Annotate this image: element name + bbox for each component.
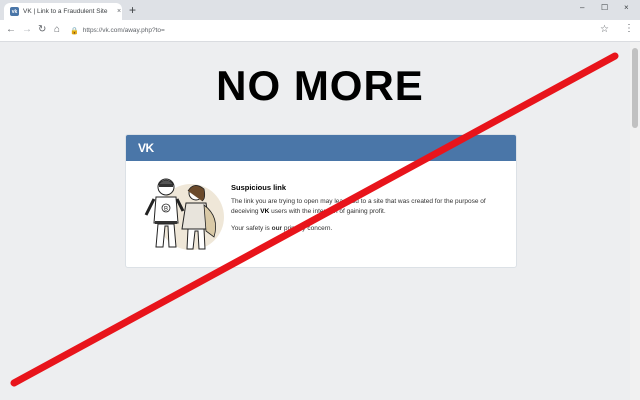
warning-title: Suspicious link xyxy=(231,183,287,192)
lock-icon[interactable]: 🔒 xyxy=(70,27,79,35)
warning-card: VK B Suspicious link The link you are tr… xyxy=(125,134,517,268)
browser-toolbar: ← → ↻ ⌂ 🔒 https://vk.com/away.php?to= ☆ … xyxy=(0,20,640,42)
warning-text-bold: VK xyxy=(260,208,270,215)
forward-icon[interactable]: → xyxy=(22,24,32,36)
vk-favicon-icon: vk xyxy=(10,7,19,16)
reload-icon[interactable]: ↻ xyxy=(38,24,46,36)
safety-message: Your safety is our primary concern. xyxy=(231,225,332,232)
card-header: VK xyxy=(126,135,516,161)
warning-message: The link you are trying to open may lead… xyxy=(231,197,501,217)
safety-text-bold: our xyxy=(271,225,283,232)
superhero-couple-illustration: B xyxy=(144,178,224,250)
page-headline: NO MORE xyxy=(216,62,424,109)
minimize-button[interactable]: – xyxy=(580,3,584,12)
vertical-scrollbar[interactable] xyxy=(630,42,640,400)
back-icon[interactable]: ← xyxy=(6,24,16,36)
close-window-button[interactable]: × xyxy=(624,3,629,12)
tab-close-icon[interactable]: × xyxy=(117,8,121,15)
svg-text:B: B xyxy=(164,207,168,213)
address-bar[interactable]: 🔒 https://vk.com/away.php?to= xyxy=(70,23,612,38)
menu-icon[interactable]: ⋮ xyxy=(624,23,634,35)
home-icon[interactable]: ⌂ xyxy=(54,24,60,36)
warning-text-part: users with the intention of gaining prof… xyxy=(269,208,386,215)
new-tab-button[interactable]: + xyxy=(129,4,136,16)
scrollbar-thumb[interactable] xyxy=(632,48,638,128)
tab-bar: vk VK | Link to a Fraudulent Site × + – … xyxy=(0,0,640,20)
safety-text-part: primary concern. xyxy=(282,225,333,232)
maximize-button[interactable]: ☐ xyxy=(601,3,608,12)
page-content: NO MORE VK B Suspicious link The link yo… xyxy=(0,42,630,400)
tab-title: VK | Link to a Fraudulent Site xyxy=(23,8,108,15)
browser-tab[interactable]: vk VK | Link to a Fraudulent Site × xyxy=(4,3,122,20)
vk-logo: VK xyxy=(138,141,154,155)
url-text[interactable]: https://vk.com/away.php?to= xyxy=(83,27,165,34)
safety-text-part: Your safety is xyxy=(231,225,272,232)
bookmark-star-icon[interactable]: ☆ xyxy=(600,24,609,36)
